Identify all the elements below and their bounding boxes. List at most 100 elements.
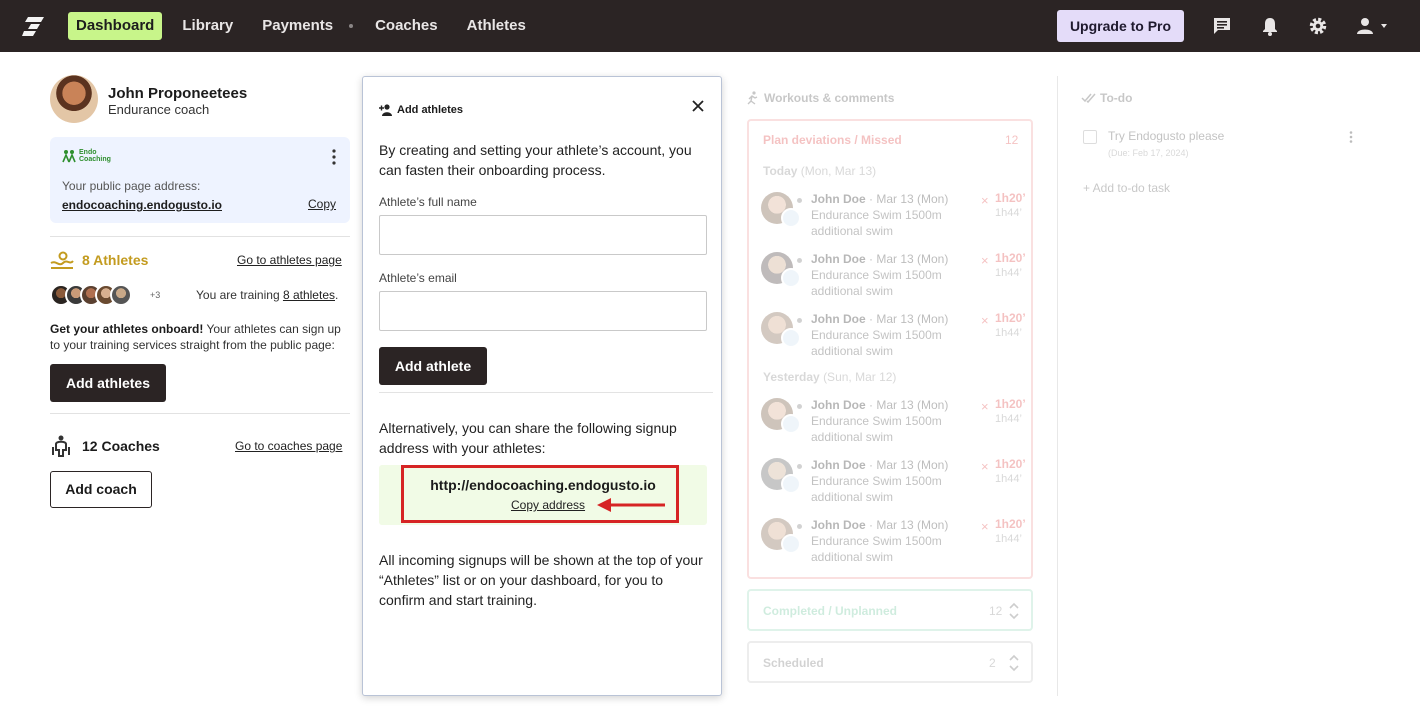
plan-deviations-count: 12 xyxy=(1005,133,1019,147)
unread-dot xyxy=(797,198,802,203)
add-person-icon xyxy=(379,104,392,116)
workout-athlete: John Doe · Mar 13 (Mon) xyxy=(811,398,949,412)
close-icon[interactable] xyxy=(691,99,705,113)
planned-time: 1h20’ xyxy=(995,517,1026,531)
workout-subtitle: additional swim xyxy=(811,284,894,298)
workout-subtitle: additional swim xyxy=(811,550,894,564)
workout-item[interactable]: John Doe · Mar 13 (Mon) Endurance Swim 1… xyxy=(759,456,1029,508)
todo-header: To-do xyxy=(1100,91,1133,105)
incoming-signups-text: All incoming signups will be shown at th… xyxy=(379,552,703,608)
public-page-url-link[interactable]: endocoaching.endogusto.io xyxy=(62,198,222,212)
missed-icon: × xyxy=(981,313,989,328)
athletes-count: 8 Athletes xyxy=(82,252,149,268)
planned-time: 1h20’ xyxy=(995,311,1026,325)
missed-icon: × xyxy=(981,253,989,268)
todo-item-text[interactable]: Try Endogusto please xyxy=(1108,129,1224,143)
endo-coaching-logo: Endo Coaching xyxy=(62,149,111,163)
add-coach-button[interactable]: Add coach xyxy=(50,471,152,508)
chat-icon[interactable] xyxy=(1212,16,1232,36)
workout-item[interactable]: John Doe · Mar 13 (Mon) Endurance Swim 1… xyxy=(759,250,1029,302)
double-check-icon xyxy=(1081,93,1096,104)
todo-checkbox[interactable] xyxy=(1083,130,1097,144)
add-athlete-submit-button[interactable]: Add athlete xyxy=(379,347,487,385)
full-name-label: Athlete’s full name xyxy=(379,195,477,209)
workout-athlete: John Doe · Mar 13 (Mon) xyxy=(811,518,949,532)
add-todo-task-button[interactable]: + Add to-do task xyxy=(1083,181,1170,195)
scheduled-title: Scheduled xyxy=(763,656,824,670)
planned-time: 1h20’ xyxy=(995,457,1026,471)
training-athletes-link[interactable]: 8 athletes xyxy=(283,288,335,302)
nav-coaches[interactable]: Coaches xyxy=(367,12,446,40)
card-more-options-icon[interactable] xyxy=(332,149,336,165)
workout-subtitle: additional swim xyxy=(811,224,894,238)
onboard-description: Get your athletes onboard! Your athletes… xyxy=(50,322,341,352)
add-athletes-button[interactable]: Add athletes xyxy=(50,364,166,402)
actual-time: 1h44’ xyxy=(995,327,1022,339)
modal-title: Add athletes xyxy=(397,104,464,116)
modal-intro-text: By creating and setting your athlete’s a… xyxy=(379,142,692,178)
profile-avatar[interactable] xyxy=(50,75,98,123)
email-input[interactable] xyxy=(379,291,707,331)
app-logo-icon[interactable] xyxy=(22,16,46,36)
plan-deviations-panel[interactable]: Plan deviations / Missed 12 Today (Mon, … xyxy=(747,119,1033,579)
workout-title: Endurance Swim 1500m xyxy=(811,328,942,342)
completed-unplanned-count: 12 xyxy=(989,604,1003,618)
workout-title: Endurance Swim 1500m xyxy=(811,268,942,282)
athlete-avatar-group[interactable] xyxy=(50,284,132,306)
unread-dot xyxy=(797,404,802,409)
actual-time: 1h44’ xyxy=(995,413,1022,425)
expand-chevrons-icon[interactable] xyxy=(1009,654,1019,672)
workout-athlete: John Doe · Mar 13 (Mon) xyxy=(811,312,949,326)
nav-dashboard[interactable]: Dashboard xyxy=(68,12,163,40)
settings-gear-icon[interactable] xyxy=(1308,16,1328,36)
plan-deviations-title: Plan deviations / Missed xyxy=(763,133,902,147)
actual-time: 1h44’ xyxy=(995,473,1022,485)
nav-library[interactable]: Library xyxy=(174,12,241,40)
nav-payments[interactable]: Payments xyxy=(254,12,341,40)
workout-athlete: John Doe · Mar 13 (Mon) xyxy=(811,458,949,472)
public-page-label: Your public page address: xyxy=(62,179,201,193)
go-to-athletes-page-link[interactable]: Go to athletes page xyxy=(237,253,342,267)
workout-title: Endurance Swim 1500m xyxy=(811,414,942,428)
scheduled-panel[interactable]: Scheduled 2 xyxy=(747,641,1033,683)
user-account-menu-icon[interactable] xyxy=(1356,16,1392,36)
scheduled-count: 2 xyxy=(989,656,996,670)
swim-badge-icon xyxy=(781,328,801,348)
workout-athlete: John Doe · Mar 13 (Mon) xyxy=(811,252,949,266)
notification-bell-icon[interactable] xyxy=(1260,16,1280,36)
completed-unplanned-title: Completed / Unplanned xyxy=(763,604,898,618)
training-summary: You are training 8 athletes. xyxy=(196,288,339,302)
completed-unplanned-panel[interactable]: Completed / Unplanned 12 xyxy=(747,589,1033,631)
full-name-input[interactable] xyxy=(379,215,707,255)
workout-item[interactable]: John Doe · Mar 13 (Mon) Endurance Swim 1… xyxy=(759,516,1029,568)
actual-time: 1h44’ xyxy=(995,533,1022,545)
workout-item[interactable]: John Doe · Mar 13 (Mon) Endurance Swim 1… xyxy=(759,396,1029,448)
todo-more-options-icon[interactable] xyxy=(1349,131,1353,143)
workout-item[interactable]: John Doe · Mar 13 (Mon) Endurance Swim 1… xyxy=(759,190,1029,242)
swim-badge-icon xyxy=(781,268,801,288)
nav-athletes[interactable]: Athletes xyxy=(459,12,534,40)
expand-chevrons-icon[interactable] xyxy=(1009,602,1019,620)
go-to-coaches-page-link[interactable]: Go to coaches page xyxy=(235,439,342,453)
copy-public-url-button[interactable]: Copy xyxy=(308,197,336,211)
public-page-card: Endo Coaching Your public page address: … xyxy=(50,137,350,223)
profile-role: Endurance coach xyxy=(108,102,210,117)
workout-title: Endurance Swim 1500m xyxy=(811,474,942,488)
alternative-signup-text: Alternatively, you can share the followi… xyxy=(379,420,677,456)
todo-item-due: (Due: Feb 17, 2024) xyxy=(1108,148,1189,158)
modal-divider xyxy=(379,392,713,393)
workout-subtitle: additional swim xyxy=(811,430,894,444)
actual-time: 1h44’ xyxy=(995,207,1022,219)
workouts-header: Workouts & comments xyxy=(764,91,895,105)
workout-item[interactable]: John Doe · Mar 13 (Mon) Endurance Swim 1… xyxy=(759,310,1029,362)
swim-badge-icon xyxy=(781,414,801,434)
email-label: Athlete’s email xyxy=(379,271,457,285)
workout-title: Endurance Swim 1500m xyxy=(811,208,942,222)
unread-dot xyxy=(797,524,802,529)
planned-time: 1h20’ xyxy=(995,397,1026,411)
athletes-icon xyxy=(50,251,74,269)
section-divider xyxy=(50,236,350,237)
upgrade-to-pro-button[interactable]: Upgrade to Pro xyxy=(1057,10,1184,42)
coaches-count: 12 Coaches xyxy=(82,438,160,454)
workout-title: Endurance Swim 1500m xyxy=(811,534,942,548)
